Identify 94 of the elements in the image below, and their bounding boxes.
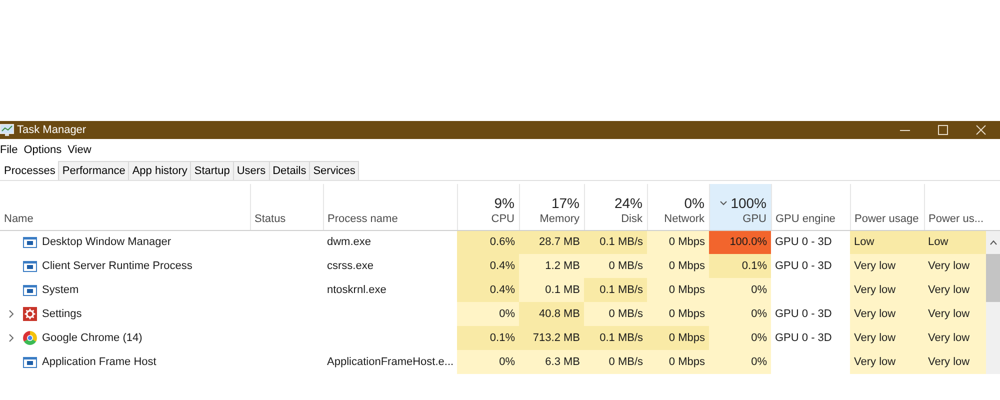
table-cell: Very low [924,326,986,350]
table-cell: 0.1% [457,326,519,350]
table-cell: Very low [924,350,986,374]
table-cell: 0.1 MB/s [584,326,647,350]
maximize-icon [938,125,948,135]
table-cell: 0% [709,326,771,350]
column-header[interactable]: Status [254,211,318,228]
table-cell: 0 Mbps [647,350,709,374]
table-cell: 0 MB/s [584,254,647,278]
process-name: Desktop Window Manager [42,235,172,250]
tab[interactable]: App history [128,161,192,180]
table-cell: 100.0% [709,230,771,254]
column-usage: 0% [684,195,704,211]
table-cell: 0.1% [709,254,771,278]
table-cell: Very low [850,254,924,278]
window-icon [23,356,37,368]
table-cell: 0.4% [457,278,519,302]
column-header[interactable]: GPU [714,211,766,228]
table-cell: 0% [709,278,771,302]
table-cell: Low [924,230,986,254]
menu-item[interactable]: File [0,142,24,158]
column-usage: 100% [730,195,766,211]
gear-icon [23,307,37,321]
column-header[interactable]: Power us... [928,211,982,228]
tab[interactable]: Details [268,161,310,180]
table-cell: 28.7 MB [519,230,584,254]
table-cell: 0.1 MB/s [584,278,647,302]
table-cell: 0 Mbps [647,302,709,326]
menu-item[interactable]: View [68,142,98,158]
table-cell: 6.3 MB [519,350,584,374]
window-icon [23,260,37,272]
tab[interactable]: Performance [58,161,130,180]
table-cell: 0 Mbps [647,278,709,302]
table-cell: 1.2 MB [519,254,584,278]
table-cell: Very low [850,302,924,326]
window-icon [23,236,37,248]
column-header[interactable]: Memory [524,211,580,228]
column-header[interactable]: GPU engine [776,211,846,228]
browser-icon [23,331,37,345]
table-cell: ApplicationFrameHost.e... [323,350,457,374]
tab[interactable]: Users [232,161,270,180]
table-cell: 0 MB/s [584,350,647,374]
column-header[interactable]: Disk [588,211,642,228]
table-cell: 0.6% [457,230,519,254]
table-cell: Very low [850,278,924,302]
table-cell: 0% [457,302,519,326]
table-cell: GPU 0 - 3D [771,254,850,278]
table-cell: 0 MB/s [584,302,647,326]
app-icon [0,124,14,136]
table-cell: 0.1 MB/s [584,230,647,254]
table-cell: Very low [924,302,986,326]
table-cell: ntoskrnl.exe [323,278,457,302]
column-header[interactable]: Network [652,211,704,228]
menu-item[interactable]: Options [24,142,68,158]
column-usage: 9% [494,195,514,211]
table-cell: 713.2 MB [519,326,584,350]
table-cell: Very low [850,350,924,374]
column-header[interactable]: Process name [328,211,452,228]
column-usage: 17% [551,195,580,211]
process-name: Client Server Runtime Process [42,258,192,274]
table-cell: 40.8 MB [519,302,584,326]
table-cell: Very low [850,326,924,350]
table-cell: 0 Mbps [647,230,709,254]
window-icon [23,284,37,296]
table-cell: GPU 0 - 3D [771,302,850,326]
table-cell: csrss.exe [323,254,457,278]
table-cell: Very low [924,254,986,278]
table-cell: 0.4% [457,254,519,278]
tab[interactable]: Startup [190,161,234,180]
table-cell: Low [850,230,924,254]
column-header[interactable]: CPU [462,211,514,228]
table-cell: dwm.exe [323,230,457,254]
table-cell: 0% [709,350,771,374]
table-cell: 0 Mbps [647,326,709,350]
column-usage: 24% [614,195,642,211]
scroll-up-icon[interactable] [990,240,996,245]
table-cell: 0.1 MB [519,278,584,302]
tab[interactable]: Services [309,161,360,180]
table-cell: 0 Mbps [647,254,709,278]
table-cell: GPU 0 - 3D [771,326,850,350]
process-name: Google Chrome (14) [42,330,142,346]
table-cell: 0% [709,302,771,326]
process-name: System [42,282,79,298]
expand-chevron-icon[interactable] [8,310,14,318]
table-cell: GPU 0 - 3D [771,230,850,254]
column-header[interactable]: Name [4,211,246,228]
table-cell: 0% [457,350,519,374]
table-cell: Very low [924,278,986,302]
close-icon [976,125,986,135]
process-name: Application Frame Host [42,354,156,370]
expand-chevron-icon[interactable] [8,334,14,342]
process-name: Settings [42,306,82,322]
column-header[interactable]: Power usage [854,211,920,228]
window-title: Task Manager [17,122,86,138]
